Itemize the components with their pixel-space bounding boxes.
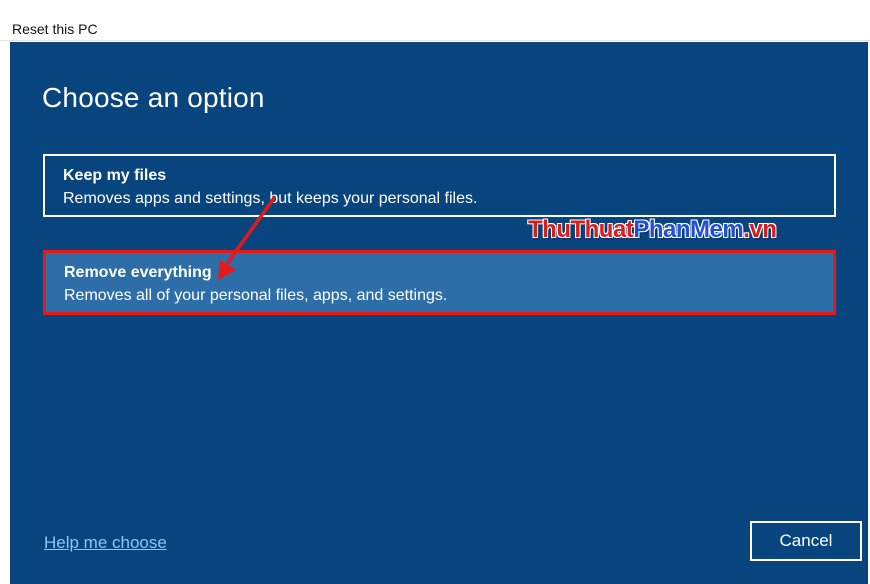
cancel-button[interactable]: Cancel (750, 521, 862, 561)
title-bar: Reset this PC (0, 0, 870, 41)
option-title: Remove everything (64, 264, 212, 281)
remove-everything-option[interactable]: Remove everything Removes all of your pe… (43, 250, 836, 315)
page-title: Choose an option (42, 82, 265, 113)
option-description: Removes apps and settings, but keeps you… (63, 190, 478, 207)
content-panel: Choose an option Keep my files Removes a… (10, 42, 868, 584)
watermark-part2: PhanMem (633, 216, 744, 243)
help-me-choose-link[interactable]: Help me choose (44, 533, 167, 553)
watermark-part1: ThuThuat (528, 216, 634, 243)
option-description: Removes all of your personal files, apps… (64, 287, 448, 304)
red-arrow-icon (218, 196, 276, 280)
watermark-logo: ThuThuatPhanMem.vn (528, 216, 777, 244)
watermark-part3: .vn (743, 216, 777, 243)
window-title: Reset this PC (12, 21, 98, 37)
reset-pc-window: Reset this PC Choose an option Keep my f… (0, 0, 870, 584)
option-title: Keep my files (63, 167, 167, 184)
keep-my-files-option[interactable]: Keep my files Removes apps and settings,… (43, 154, 836, 217)
